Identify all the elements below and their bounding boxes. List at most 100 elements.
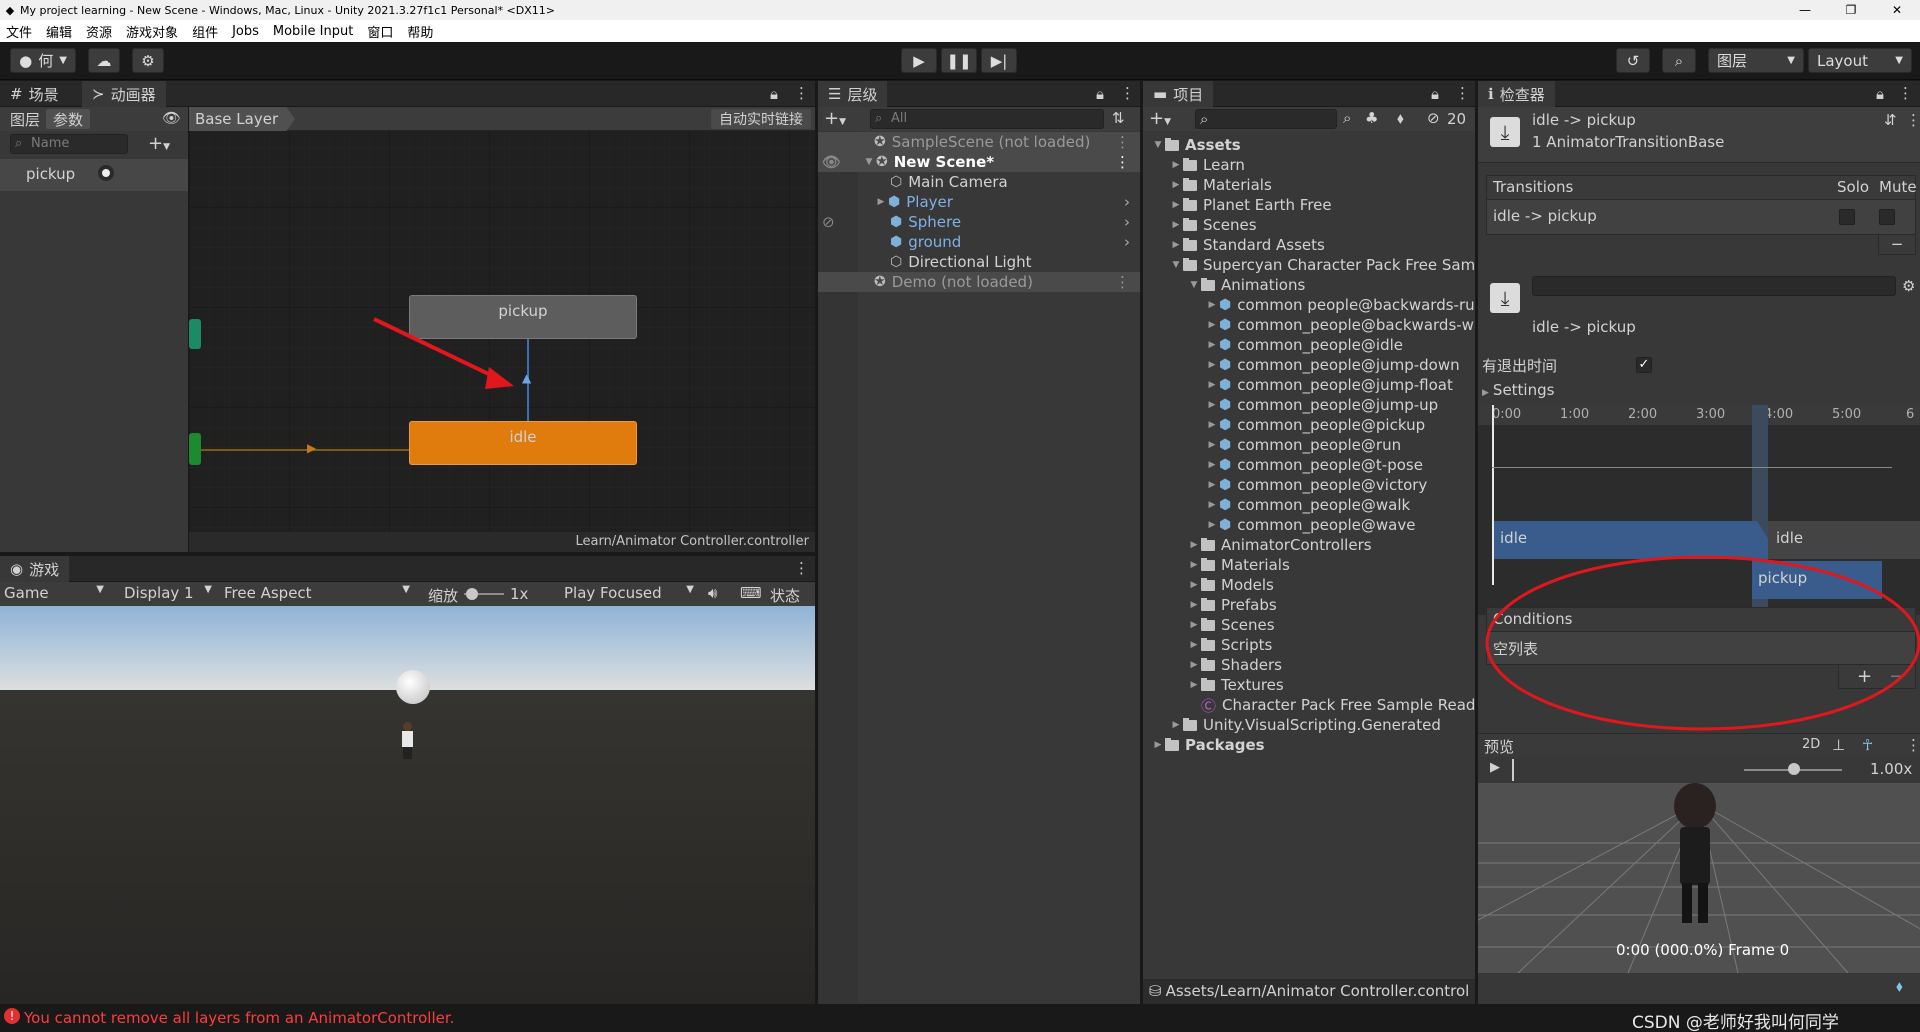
collapse-triangle-icon[interactable]: ▶ bbox=[1205, 380, 1219, 390]
collapse-triangle-icon[interactable]: ▶ bbox=[1205, 500, 1219, 510]
hierarchy-item-ground[interactable]: ⬢ ground › bbox=[890, 232, 1140, 252]
menu-help[interactable]: 帮助 bbox=[407, 22, 433, 41]
lock-icon[interactable]: 🔒︎ bbox=[1876, 85, 1884, 103]
project-search-input[interactable]: ⌕ bbox=[1195, 109, 1337, 129]
project-asset-item[interactable]: ▶ ⬢ common_people@jump-down bbox=[1205, 355, 1460, 375]
collapse-triangle-icon[interactable]: ▶ bbox=[1169, 160, 1183, 170]
parameter-search-input[interactable]: ⌕ Name bbox=[10, 134, 128, 154]
play-mode-dropdown[interactable]: Play Focused ▼ bbox=[564, 584, 698, 602]
preview-speed-thumb[interactable] bbox=[1788, 763, 1800, 775]
speaker-icon[interactable]: 🔊︎ bbox=[708, 584, 717, 602]
search-by-label-icon[interactable]: ♣ bbox=[1365, 109, 1378, 127]
game-viewport[interactable] bbox=[0, 606, 815, 1004]
project-folder-item[interactable]: ▶ Materials bbox=[1169, 175, 1272, 195]
collapse-triangle-icon[interactable]: ▶ bbox=[1169, 200, 1183, 210]
gear-icon[interactable]: ⚙ bbox=[1902, 277, 1915, 295]
parameter-row[interactable]: pickup bbox=[0, 159, 188, 191]
hidden-eye-icon[interactable]: ⊘ bbox=[822, 213, 835, 231]
hierarchy-item-samplescene[interactable]: ✪ SampleScene (not loaded) ⋮ bbox=[818, 132, 1140, 152]
project-asset-item[interactable]: ▶ ⬢ common_people@backwards-wa bbox=[1205, 315, 1475, 335]
tag-icon[interactable]: ⬧ bbox=[1896, 977, 1903, 995]
menu-file[interactable]: 文件 bbox=[6, 22, 32, 41]
trigger-toggle[interactable] bbox=[98, 165, 114, 181]
hierarchy-item-directional-light[interactable]: ⬡ Directional Light bbox=[890, 252, 1032, 272]
kebab-menu-icon[interactable]: ⋮ bbox=[1120, 84, 1135, 102]
collapse-triangle-icon[interactable]: ▶ bbox=[1169, 240, 1183, 250]
search-by-type-icon[interactable]: ⌕ bbox=[1343, 109, 1351, 127]
kebab-menu-icon[interactable]: ⋮ bbox=[1906, 736, 1920, 754]
layers-dropdown[interactable]: 图层 ▼ bbox=[1708, 48, 1804, 73]
hierarchy-item-newscene[interactable]: 👁︎ ▼ ✪ New Scene* ⋮ bbox=[818, 152, 1140, 172]
collab-button[interactable]: ⚙ bbox=[132, 48, 164, 73]
tab-game[interactable]: ◉ 游戏 bbox=[0, 556, 70, 582]
chevron-right-icon[interactable]: › bbox=[1124, 213, 1130, 231]
collapse-triangle-icon[interactable]: ▶ bbox=[1205, 400, 1219, 410]
project-asset-item[interactable]: ▶ ⬢ common_people@victory bbox=[1205, 475, 1428, 495]
collapse-triangle-icon[interactable]: ▶ bbox=[1205, 440, 1219, 450]
create-asset-button[interactable]: +▼ bbox=[1149, 108, 1171, 129]
preset-icon[interactable]: ⇵ bbox=[1884, 111, 1897, 129]
display-dropdown[interactable]: Display 1 ▼ bbox=[124, 584, 216, 602]
collapse-triangle-icon[interactable]: ▶ bbox=[1205, 520, 1219, 530]
project-folder-item[interactable]: ▶ Shaders bbox=[1187, 655, 1282, 675]
menu-assets[interactable]: 资源 bbox=[86, 22, 112, 41]
aspect-dropdown[interactable]: Free Aspect ▼ bbox=[224, 584, 416, 602]
collapse-triangle-icon[interactable]: ▶ bbox=[1205, 300, 1219, 310]
project-folder-item[interactable]: ▶ Prefabs bbox=[1187, 595, 1277, 615]
kebab-menu-icon[interactable]: ⋮ bbox=[1455, 84, 1470, 102]
remove-transition-button[interactable]: − bbox=[1878, 235, 1916, 255]
menu-edit[interactable]: 编辑 bbox=[46, 22, 72, 41]
project-folder-item[interactable]: ▼ Supercyan Character Pack Free Samp bbox=[1169, 255, 1475, 275]
project-folder-item[interactable]: ▶ Scenes bbox=[1187, 615, 1275, 635]
preview-play-icon[interactable]: ▶ bbox=[1490, 760, 1500, 775]
collapse-triangle-icon[interactable]: ▶ bbox=[1205, 480, 1219, 490]
kebab-menu-icon[interactable]: ⋮ bbox=[794, 559, 809, 577]
project-asset-item[interactable]: ▶ ⬢ common_people@wave bbox=[1205, 515, 1416, 535]
project-folder-item[interactable]: ▶ Packages bbox=[1151, 735, 1265, 755]
expand-triangle-icon[interactable]: ▼ bbox=[862, 157, 876, 167]
collapse-triangle-icon[interactable]: ▶ bbox=[1205, 320, 1219, 330]
project-folder-item[interactable]: Ⓒ Character Pack Free Sample Readi bbox=[1187, 695, 1475, 715]
collapse-triangle-icon[interactable]: ▶ bbox=[1169, 720, 1183, 730]
kebab-menu-icon[interactable]: ⋮ bbox=[1898, 84, 1913, 102]
step-button[interactable]: ▶| bbox=[981, 48, 1017, 73]
settings-foldout[interactable]: ▶ Settings bbox=[1482, 381, 1554, 399]
expand-triangle-icon[interactable]: ▼ bbox=[1187, 280, 1201, 290]
collapse-triangle-icon[interactable]: ▶ bbox=[1205, 360, 1219, 370]
project-folder-item[interactable]: ▶ Scripts bbox=[1187, 635, 1273, 655]
hierarchy-item-demo[interactable]: ✪ Demo (not loaded) ⋮ bbox=[818, 272, 1140, 292]
project-folder-item[interactable]: ▶ Unity.VisualScripting.Generated bbox=[1169, 715, 1441, 735]
project-folder-item[interactable]: ▶ Learn bbox=[1169, 155, 1245, 175]
hierarchy-item-main-camera[interactable]: ⬡ Main Camera bbox=[890, 172, 1008, 192]
menu-window[interactable]: 窗口 bbox=[367, 22, 393, 41]
restore-icon[interactable]: ❐ bbox=[1828, 0, 1874, 20]
project-asset-item[interactable]: ▶ ⬢ common_people@walk bbox=[1205, 495, 1411, 515]
error-icon[interactable]: ! bbox=[4, 1008, 20, 1024]
history-button[interactable]: ↺ bbox=[1616, 48, 1650, 73]
close-icon[interactable]: ✕ bbox=[1874, 0, 1920, 20]
tab-scene[interactable]: # 场景 bbox=[0, 81, 69, 107]
project-asset-item[interactable]: ▶ ⬢ common_people@idle bbox=[1205, 335, 1403, 355]
create-button[interactable]: +▼ bbox=[824, 108, 846, 129]
project-folder-item[interactable]: ▶ AnimatorControllers bbox=[1187, 535, 1372, 555]
tab-animator[interactable]: ≻ 动画器 bbox=[82, 81, 166, 107]
project-asset-item[interactable]: ▶ ⬢ common_people@jump-float bbox=[1205, 375, 1453, 395]
project-folder-item[interactable]: ▶ Scenes bbox=[1169, 215, 1257, 235]
collapse-triangle-icon[interactable]: ▶ bbox=[1205, 420, 1219, 430]
chevron-right-icon[interactable]: › bbox=[1124, 193, 1130, 211]
mute-checkbox[interactable] bbox=[1879, 209, 1895, 225]
expand-triangle-icon[interactable]: ▼ bbox=[1151, 140, 1165, 150]
project-folder-item[interactable]: ▶ Planet Earth Free bbox=[1169, 195, 1332, 215]
eye-icon[interactable]: 👁︎ bbox=[822, 153, 841, 171]
keyboard-icon[interactable]: ⌨ bbox=[740, 584, 762, 602]
project-folder-item[interactable]: ▶ Standard Assets bbox=[1169, 235, 1325, 255]
layout-dropdown[interactable]: Layout ▼ bbox=[1808, 48, 1912, 73]
project-asset-item[interactable]: ▶ ⬢ common_people@pickup bbox=[1205, 415, 1426, 435]
lock-icon[interactable]: 🔒︎ bbox=[770, 85, 778, 103]
collapse-triangle-icon[interactable]: ▶ bbox=[1151, 740, 1165, 750]
project-asset-item[interactable]: ▶ ⬢ common_people@jump-up bbox=[1205, 395, 1439, 415]
collapse-triangle-icon[interactable]: ▶ bbox=[1187, 640, 1201, 650]
hidden-packages-icon[interactable]: ⊘ bbox=[1427, 109, 1440, 127]
search-button[interactable]: ⌕ bbox=[1662, 48, 1696, 73]
menu-gameobject[interactable]: 游戏对象 bbox=[126, 22, 178, 41]
